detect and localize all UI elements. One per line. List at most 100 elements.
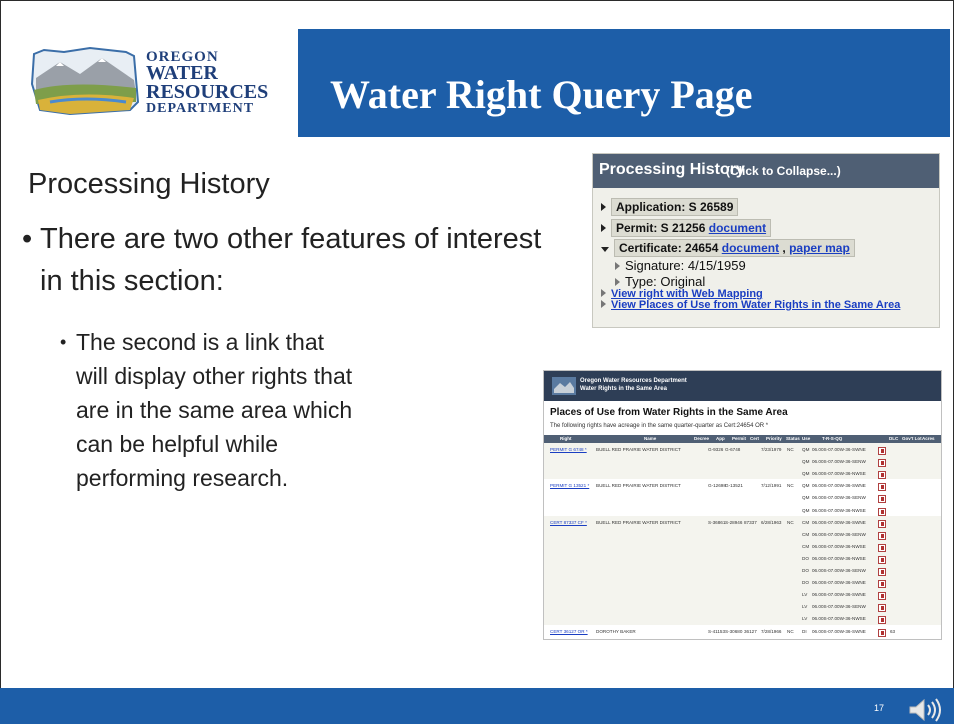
use-cell: DO (802, 555, 809, 561)
name-cell: BUELL RED PRAIRIE WATER DISTRICT (596, 447, 681, 452)
permit-text: Permit: S 21256 (616, 221, 706, 235)
speaker-icon[interactable] (906, 696, 946, 724)
map-icon[interactable] (878, 592, 886, 601)
map-icon[interactable] (878, 555, 886, 564)
processing-history-title: Processing History (599, 161, 745, 178)
table-row: DO 06.00S-07.00W-36-SWNE (544, 576, 941, 590)
map-icon[interactable] (878, 471, 886, 480)
certificate-text: Certificate: 24654 (619, 241, 719, 255)
bullet-2-text: The second is a link that will display o… (76, 329, 353, 491)
table-row: DO 06.00S-07.00W-36-SENW (544, 564, 941, 577)
places-title: Places of Use from Water Rights in the S… (550, 407, 788, 418)
trs-cell: 06.00S-07.00W-36-SENW (812, 495, 866, 501)
map-icon[interactable] (878, 483, 886, 492)
places-header-text: Oregon Water Resources Department Water … (580, 377, 687, 393)
logo-text: OREGON WATER RESOURCES DEPARTMENT (146, 49, 269, 117)
permit-document-link[interactable]: document (709, 221, 766, 235)
use-cell: QM (802, 471, 810, 477)
permit-row[interactable]: Permit: S 21256 document (601, 219, 772, 237)
table-row: PERMIT G 13521 * BUELL RED PRAIRIE WATER … (544, 479, 941, 493)
trs-cell: 06.00S-07.00W-36-SENW (812, 568, 866, 573)
app-cell: S-41153 (708, 628, 726, 634)
priority-cell: 7/12/1991 (761, 483, 782, 489)
col-trs: T-R-S-QQ (822, 436, 843, 441)
map-icon[interactable] (878, 495, 886, 504)
page-number: 17 (874, 703, 885, 713)
col-dlc: DLC (889, 436, 899, 441)
expand-arrow-icon (601, 203, 606, 211)
map-icon[interactable] (878, 543, 886, 552)
certificate-row[interactable]: Certificate: 24654 document , paper map (601, 239, 855, 257)
table-row: QM 06.00S-07.00W-36-NWSE (544, 503, 941, 517)
dept-subtitle: Water Rights in the Same Area (580, 386, 667, 392)
map-icon[interactable] (878, 628, 886, 637)
cert-cell: 36127 (744, 628, 757, 634)
logo-line4: DEPARTMENT (146, 101, 255, 117)
use-cell: DI (802, 628, 807, 634)
signature-row: Signature: 4/15/1959 (615, 258, 746, 273)
application-row[interactable]: Application: S 26589 (601, 198, 739, 216)
trs-cell: 06.00S-07.00W-36-NWSE (812, 471, 866, 477)
trs-cell: 06.00S-07.00W-36-SENW (812, 604, 866, 610)
name-cell: BUELL RED PRAIRIE WATER DISTRICT (596, 519, 681, 525)
col-right: Right (560, 436, 572, 441)
certificate-document-link[interactable]: document (722, 241, 779, 255)
map-icon[interactable] (878, 447, 886, 455)
processing-history-header[interactable]: Processing History (Click to Collapse...… (593, 154, 939, 188)
map-icon[interactable] (878, 531, 886, 540)
table-row: LV 06.00S-07.00W-36-SWNE (544, 588, 941, 602)
col-status: Status (786, 436, 800, 441)
col-cert: Cert (750, 436, 760, 441)
collapse-toggle[interactable]: (Click to Collapse...) (726, 164, 841, 178)
app-cell: G-9326 (708, 447, 724, 452)
trs-cell: 06.00S-07.00W-36-SWNE (812, 483, 866, 489)
tree-arrow-icon (601, 289, 606, 297)
app-cell: G-12698 (708, 483, 726, 489)
right-cell[interactable]: PERMIT G 13521 * (550, 483, 589, 488)
app-cell: S-36861 (708, 519, 726, 525)
places-of-use-row[interactable]: View Places of Use from Water Rights in … (601, 299, 900, 311)
status-cell: NC (787, 483, 794, 489)
use-cell: LV (802, 604, 808, 610)
permit-cell: S-30680 (725, 628, 743, 634)
processing-history-panel: Processing History (Click to Collapse...… (592, 153, 940, 328)
map-icon[interactable] (878, 580, 886, 589)
status-cell: NC (787, 628, 794, 634)
bullet-point-2: • The second is a link that will display… (60, 325, 360, 495)
permit-cell: G-6748 (725, 447, 741, 452)
map-icon[interactable] (878, 616, 886, 625)
map-icon[interactable] (878, 519, 886, 528)
table-row: PERMIT G 6748 * BUELL RED PRAIRIE WATER D… (544, 443, 941, 456)
map-icon[interactable] (878, 459, 886, 468)
bullet-point-1: • There are two other features of intere… (22, 218, 542, 302)
permit-cell: S-28946 (725, 519, 743, 525)
name-cell: BUELL RED PRAIRIE WATER DISTRICT (596, 483, 681, 489)
priority-cell: 7/23/1979 (761, 447, 782, 452)
title-banner: Water Right Query Page (298, 29, 950, 137)
right-cell[interactable]: CERT 36127 OR * (550, 629, 588, 634)
name-cell: DOROTHY BAKER (596, 628, 636, 634)
places-of-use-link[interactable]: View Places of Use from Water Rights in … (611, 299, 900, 311)
map-icon[interactable] (878, 604, 886, 613)
paper-map-link[interactable]: paper map (789, 241, 850, 255)
table-row: QM 06.00S-07.00W-36-SENW (544, 491, 941, 505)
trs-cell: 06.00S-07.00W-36-SWNE (812, 592, 866, 598)
places-of-use-panel: Oregon Water Resources Department Water … (543, 370, 942, 640)
map-icon[interactable] (878, 507, 886, 516)
collapse-arrow-icon (601, 247, 609, 252)
trs-cell: 06.00S-07.00W-36-SWNE (812, 628, 866, 634)
application-label: Application: S 26589 (611, 198, 739, 216)
col-app: App (716, 436, 725, 441)
use-cell: QM (802, 507, 810, 513)
table-row: CM 06.00S-07.00W-36-NWSE (544, 539, 941, 553)
tree-arrow-icon (615, 278, 620, 286)
oregon-landscape-icon (30, 46, 140, 116)
bullet-1-text: There are two other features of interest… (40, 223, 542, 297)
logo-line3: RESOURCES (146, 81, 269, 104)
right-cell[interactable]: CERT 87337 CF * (550, 520, 587, 525)
priority-cell: 6/28/1963 (761, 519, 782, 525)
use-cell: CM (802, 531, 810, 537)
right-cell[interactable]: PERMIT G 6748 * (550, 447, 587, 452)
map-icon[interactable] (878, 568, 886, 576)
type-text: Type: Original (625, 274, 706, 289)
